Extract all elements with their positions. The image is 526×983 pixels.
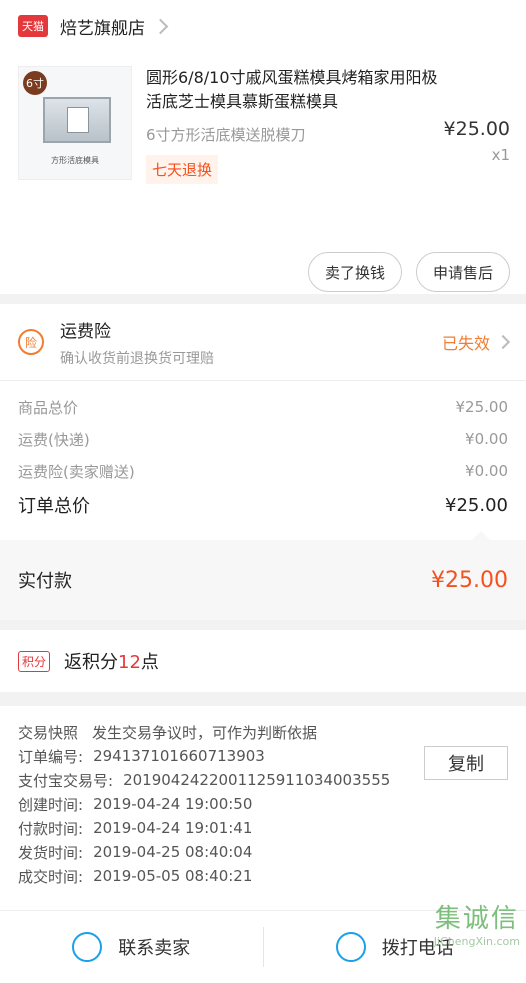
resell-button[interactable]: 卖了换钱 (308, 252, 402, 292)
points-number: 12 (118, 652, 141, 673)
summary-value: ¥0.00 (465, 462, 508, 480)
watermark-logo: 集诚信 (434, 898, 520, 935)
insurance-status: 已失效 (442, 330, 490, 354)
alipay-number: 2019042422001125911034003555 (123, 771, 390, 789)
order-number: 294137101660713903 (93, 747, 265, 765)
summary-label: 运费险(卖家赠送) (18, 461, 135, 482)
cake-mold-image (43, 97, 111, 143)
price-summary: 商品总价 ¥25.00 运费(快递) ¥0.00 运费险(卖家赠送) ¥0.00… (0, 380, 526, 540)
watermark: 集诚信 JiChengXin.com (434, 898, 520, 948)
copy-button[interactable]: 复制 (424, 746, 508, 780)
summary-row: 运费险(卖家赠送) ¥0.00 (18, 455, 508, 487)
size-badge: 6寸 (23, 71, 47, 95)
paid-value: ¥25.00 (431, 568, 508, 593)
chevron-right-icon (496, 335, 510, 349)
points-badge: 积分 (18, 651, 50, 672)
product-quantity: x1 (444, 146, 510, 164)
shop-name: 焙艺旗舰店 (60, 14, 145, 39)
phone-icon (336, 932, 366, 962)
paid-label: 实付款 (18, 567, 72, 593)
insurance-subtitle: 确认收货前退换货可理赔 (60, 348, 442, 368)
detail-line: 付款时间:2019-04-24 19:01:41 (18, 816, 508, 840)
order-total-row: 订单总价 ¥25.00 (18, 487, 508, 523)
order-total-label: 订单总价 (18, 492, 90, 518)
detail-line: 成交时间:2019-05-05 08:40:21 (18, 864, 508, 888)
detail-line: 创建时间:2019-04-24 19:00:50 (18, 792, 508, 816)
insurance-icon: 险 (18, 329, 44, 355)
product-price: ¥25.00 (444, 118, 510, 140)
summary-row: 商品总价 ¥25.00 (18, 391, 508, 423)
after-sales-button[interactable]: 申请售后 (416, 252, 510, 292)
order-details: 交易快照 发生交易争议时，可作为判断依据 订单编号:29413710166071… (0, 706, 526, 910)
contact-seller-button[interactable]: 联系卖家 (0, 932, 263, 962)
chevron-right-icon (153, 18, 169, 34)
summary-value: ¥25.00 (456, 398, 509, 416)
snapshot-label: 交易快照 (18, 722, 78, 743)
summary-row: 运费(快递) ¥0.00 (18, 423, 508, 455)
product-card: 6寸 方形活底模具 圆形6/8/10寸戚风蛋糕模具烤箱家用阳极活底芝士模具慕斯蛋… (0, 52, 526, 294)
points-text: 返积分12点 (64, 648, 159, 674)
snapshot-description: 发生交易争议时，可作为判断依据 (92, 722, 317, 743)
tmall-logo: 天猫 (18, 15, 48, 37)
watermark-url: JiChengXin.com (434, 935, 520, 948)
summary-value: ¥0.00 (465, 430, 508, 448)
product-thumbnail[interactable]: 6寸 方形活底模具 (18, 66, 132, 180)
detail-line: 发货时间:2019-04-25 08:40:04 (18, 840, 508, 864)
contact-seller-label: 联系卖家 (118, 934, 190, 960)
snapshot-row[interactable]: 交易快照 发生交易争议时，可作为判断依据 (18, 720, 508, 744)
shop-header[interactable]: 天猫 焙艺旗舰店 (0, 0, 526, 52)
points-row: 积分 返积分12点 (0, 630, 526, 692)
insurance-title: 运费险 (60, 317, 442, 342)
thumbnail-caption: 方形活底模具 (19, 155, 131, 166)
return-policy-tag: 七天退换 (146, 155, 218, 184)
product-title[interactable]: 圆形6/8/10寸戚风蛋糕模具烤箱家用阳极活底芝士模具慕斯蛋糕模具 (146, 66, 438, 114)
summary-label: 运费(快递) (18, 429, 90, 450)
order-total-value: ¥25.00 (445, 495, 508, 516)
paid-amount-row: 实付款 ¥25.00 (0, 540, 526, 620)
summary-label: 商品总价 (18, 397, 78, 418)
chat-icon (72, 932, 102, 962)
shipping-insurance[interactable]: 险 运费险 确认收货前退换货可理赔 已失效 (0, 304, 526, 380)
